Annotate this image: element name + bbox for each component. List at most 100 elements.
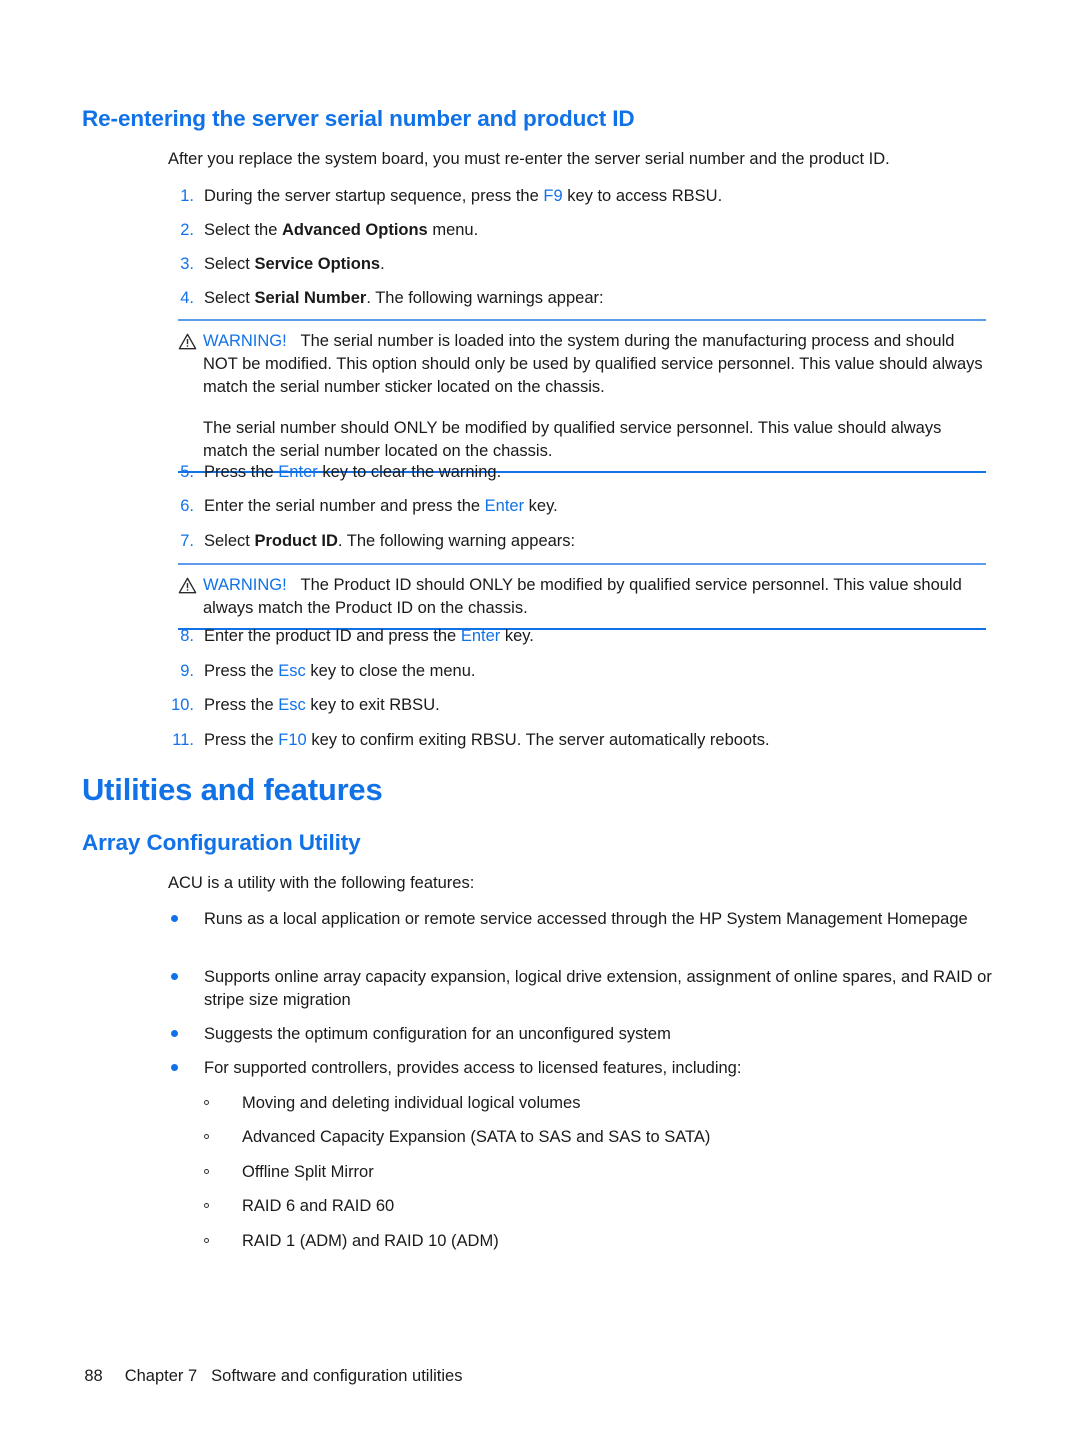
ordered-list-item: 1. During the server startup sequence, p… [180, 185, 994, 208]
page-footer: 88 Chapter 7 Software and configuration ut… [66, 1348, 462, 1405]
list-item: RAID 6 and RAID 60 [204, 1195, 982, 1218]
list-number: 2. [180, 221, 194, 239]
ordered-list-item: 6. Enter the serial number and press the… [180, 495, 994, 518]
section-heading: Re-entering the server serial number and… [82, 106, 635, 131]
ordered-list-item: 10. Press the Esc key to exit RBSU. [171, 694, 994, 717]
list-number: 1. [180, 187, 194, 205]
list-item: Advanced Capacity Expansion (SATA to SAS… [204, 1126, 982, 1149]
warning-triangle-icon [178, 333, 197, 350]
key-token: Enter [278, 463, 318, 481]
sub-feature-text: RAID 1 (ADM) and RAID 10 (ADM) [242, 1232, 499, 1250]
list-item: Moving and deleting individual logical v… [204, 1092, 982, 1115]
step-text-pre: Press the [204, 662, 279, 680]
intro-paragraph: After you replace the system board, you … [168, 150, 890, 168]
step-text-pre: Select [204, 532, 255, 550]
key-token: Esc [278, 696, 306, 714]
list-text: Press the Esc key to close the menu. [204, 660, 994, 683]
list-item: Supports online array capacity expansion… [171, 966, 994, 1012]
acu-intro-paragraph: ACU is a utility with the following feat… [168, 874, 475, 892]
list-item: RAID 1 (ADM) and RAID 10 (ADM) [204, 1230, 982, 1253]
warning-callout: WARNING! The serial number is loaded int… [178, 319, 986, 473]
step-text-post: . The following warning appears: [337, 532, 576, 550]
menu-name: Product ID [254, 532, 338, 550]
list-number: 7. [180, 532, 194, 550]
sub-feature-text: Advanced Capacity Expansion (SATA to SAS… [242, 1128, 711, 1146]
list-text: Press the Esc key to exit RBSU. [204, 694, 994, 717]
step-text-post: menu. [427, 221, 479, 239]
list-number: 5. [180, 463, 194, 481]
step-text-post: key to confirm exiting RBSU. The server … [306, 731, 770, 749]
menu-name: Advanced Options [281, 221, 428, 239]
key-token: Esc [278, 662, 306, 680]
page-title: Utilities and features [82, 772, 383, 807]
step-text-post: key to exit RBSU. [305, 696, 440, 714]
page-number: 88 [84, 1367, 103, 1385]
bullet-dot-icon [171, 973, 178, 980]
list-text: Enter the product ID and press the Enter… [204, 625, 994, 648]
warning-triangle-icon [178, 577, 197, 594]
sub-bullet-circle-icon [204, 1169, 209, 1174]
bullet-dot-icon [171, 915, 178, 922]
step-text-post: . [380, 255, 385, 273]
list-text: Select Serial Number. The following warn… [204, 287, 994, 310]
sub-bullet-circle-icon [204, 1134, 209, 1139]
step-text-pre: Enter the product ID and press the [204, 627, 461, 645]
sub-bullet-circle-icon [204, 1100, 209, 1105]
list-number: 11. [172, 731, 194, 749]
list-number: 10. [171, 696, 194, 714]
list-text: Press the F10 key to confirm exiting RBS… [204, 729, 994, 752]
key-token: F9 [543, 187, 563, 205]
step-text-pre: Select the [204, 221, 282, 239]
key-token: F10 [278, 731, 307, 749]
warning-label: WARNING! [203, 576, 287, 594]
feature-text: For supported controllers, provides acce… [204, 1059, 742, 1077]
list-number: 6. [180, 497, 194, 515]
list-item: Runs as a local application or remote se… [171, 908, 984, 931]
ordered-list-item: 3. Select Service Options. [180, 253, 994, 276]
warning-label: WARNING! [203, 332, 287, 350]
ordered-list-item: 2. Select the Advanced Options menu. [180, 219, 994, 242]
list-item: Offline Split Mirror [204, 1161, 982, 1184]
ordered-list-item: 8. Enter the product ID and press the En… [180, 625, 994, 648]
step-text-pre: Press the [204, 463, 279, 481]
document-page: Re-entering the server serial number and… [0, 0, 1080, 1438]
warning-callout: WARNING! The Product ID should ONLY be m… [178, 563, 986, 630]
step-text-pre: During the server startup sequence, pres… [204, 187, 544, 205]
list-number: 3. [180, 255, 194, 273]
list-text: Enter the serial number and press the En… [204, 495, 994, 518]
footer-chapter: Chapter 7 [124, 1367, 198, 1385]
list-number: 9. [180, 662, 194, 680]
ordered-list-item: 7. Select Product ID. The following warn… [180, 530, 994, 553]
list-text: Select Service Options. [204, 253, 994, 276]
step-text-pre: Press the [204, 731, 279, 749]
feature-text: Suggests the optimum configuration for a… [204, 1025, 671, 1043]
bullet-dot-icon [171, 1030, 178, 1037]
warning-paragraph-1: WARNING! The Product ID should ONLY be m… [178, 574, 986, 620]
step-text-post: key. [500, 627, 534, 645]
ordered-list-item: 9. Press the Esc key to close the menu. [180, 660, 994, 683]
warning-body: WARNING! The Product ID should ONLY be m… [178, 565, 986, 628]
list-text: During the server startup sequence, pres… [204, 185, 994, 208]
step-text-pre: Press the [204, 696, 279, 714]
sub-feature-text: Moving and deleting individual logical v… [242, 1094, 581, 1112]
step-text-post: key to access RBSU. [562, 187, 723, 205]
step-text-pre: Enter the serial number and press the [204, 497, 485, 515]
step-text-post: key to close the menu. [305, 662, 476, 680]
list-item: For supported controllers, provides acce… [171, 1057, 994, 1080]
warning-body: WARNING! The serial number is loaded int… [178, 321, 986, 471]
sub-bullet-circle-icon [204, 1203, 209, 1208]
sub-feature-text: RAID 6 and RAID 60 [242, 1197, 395, 1215]
subsection-heading: Array Configuration Utility [82, 830, 361, 855]
step-text-post: key to clear the warning. [317, 463, 502, 481]
warning-text: The serial number is loaded into the sys… [203, 332, 983, 396]
sub-feature-text: Offline Split Mirror [242, 1163, 374, 1181]
key-token: Enter [460, 627, 501, 645]
list-item: Suggests the optimum configuration for a… [171, 1023, 994, 1046]
key-token: Enter [484, 497, 525, 515]
footer-title: Software and configuration utilities [211, 1367, 463, 1385]
step-text-pre: Select [204, 255, 255, 273]
ordered-list-item: 5. Press the Enter key to clear the warn… [180, 461, 994, 484]
warning-paragraph-1: WARNING! The serial number is loaded int… [178, 330, 986, 399]
step-text-post: key. [524, 497, 558, 515]
step-text-post: . The following warnings appear: [366, 289, 604, 307]
